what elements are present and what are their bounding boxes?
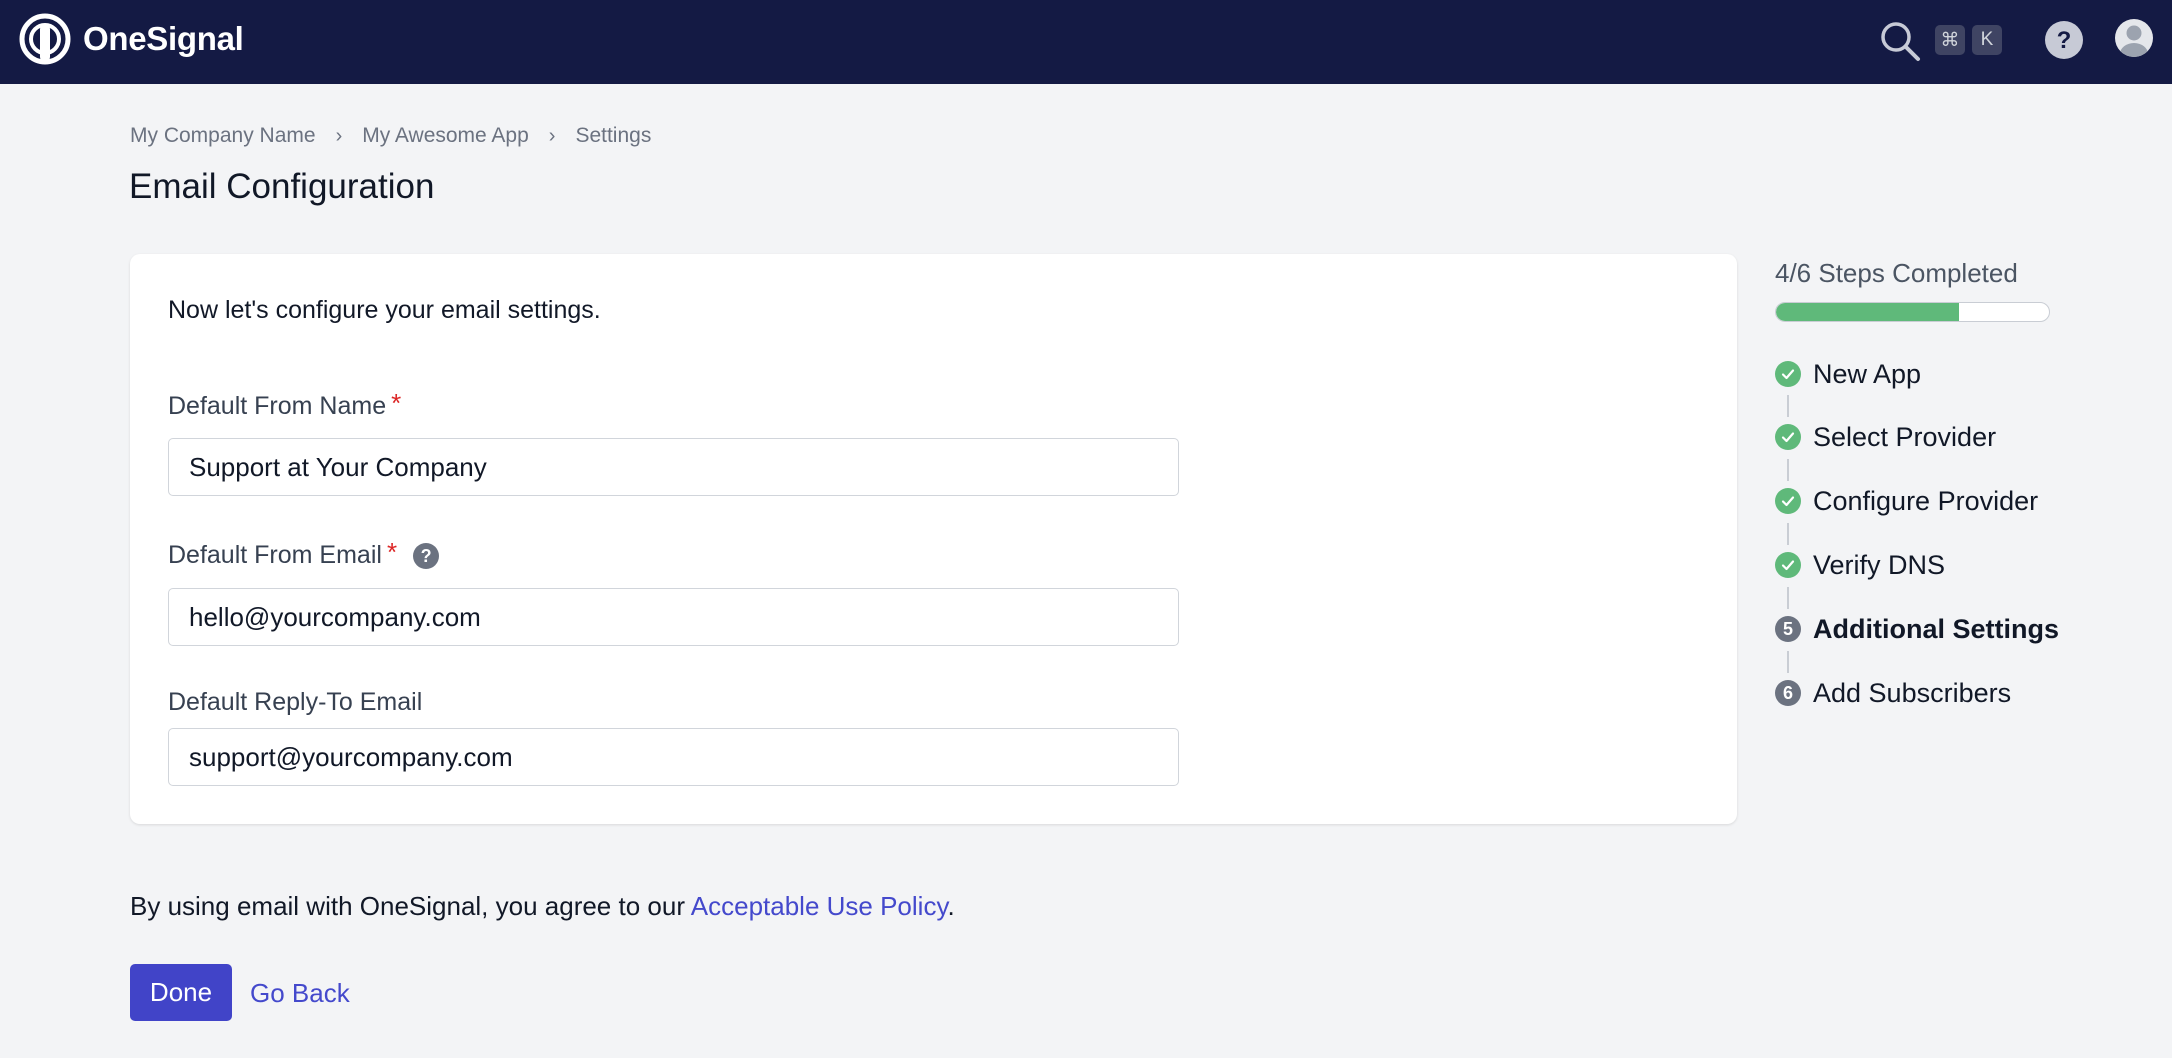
step-connector: [1787, 395, 1789, 417]
step-connector: [1787, 651, 1789, 673]
step-label: New App: [1813, 358, 1922, 389]
form-intro: Now let's configure your email settings.: [168, 296, 601, 324]
brand-name: OneSignal: [83, 20, 244, 57]
step-new-app: New App: [1775, 359, 1921, 389]
from-email-label-text: Default From Email: [168, 541, 382, 569]
breadcrumb: My Company Name › My Awesome App › Setti…: [130, 124, 651, 148]
breadcrumb-settings[interactable]: Settings: [575, 124, 651, 148]
breadcrumb-app[interactable]: My Awesome App: [362, 124, 529, 148]
agreement-text: By using email with OneSignal, you agree…: [130, 891, 955, 922]
acceptable-use-policy-link[interactable]: Acceptable Use Policy: [691, 891, 948, 921]
agreement-prefix: By using email with OneSignal, you agree…: [130, 891, 691, 921]
from-email-label: Default From Email * ?: [168, 537, 440, 570]
required-marker: *: [386, 537, 398, 567]
agreement-suffix: .: [947, 891, 955, 921]
shortcut-cmd-key: ⌘: [1935, 25, 1965, 55]
from-name-label-text: Default From Name: [168, 392, 387, 420]
breadcrumb-separator: ›: [548, 124, 556, 147]
help-icon[interactable]: ?: [2044, 20, 2084, 60]
step-verify-dns: Verify DNS: [1775, 550, 1945, 580]
from-email-input[interactable]: [168, 588, 1179, 646]
from-name-input[interactable]: [168, 438, 1179, 496]
breadcrumb-company[interactable]: My Company Name: [130, 124, 316, 148]
page-title: Email Configuration: [129, 167, 435, 206]
reply-to-label-text: Default Reply-To Email: [168, 688, 423, 716]
step-connector: [1787, 587, 1789, 609]
required-marker: *: [391, 388, 402, 418]
step-connector: [1787, 523, 1789, 545]
step-connector: [1787, 459, 1789, 481]
step-additional-settings: 5 Additional Settings: [1775, 614, 2059, 644]
step-add-subscribers: 6 Add Subscribers: [1775, 678, 2011, 708]
step-number-badge: 6: [1775, 680, 1801, 706]
done-button[interactable]: Done: [130, 964, 232, 1021]
check-icon: [1775, 488, 1801, 514]
step-select-provider: Select Provider: [1775, 422, 1996, 452]
svg-text:?: ?: [2057, 27, 2072, 54]
reply-to-input[interactable]: [168, 728, 1179, 786]
email-settings-card: Now let's configure your email settings.…: [130, 254, 1737, 824]
from-name-label: Default From Name *: [168, 388, 401, 421]
step-label: Add Subscribers: [1813, 677, 2012, 708]
reply-to-label: Default Reply-To Email: [168, 688, 422, 717]
brand-logo[interactable]: OneSignal: [19, 13, 244, 65]
onesignal-logo-icon: [19, 13, 71, 65]
from-email-help-icon[interactable]: ?: [413, 543, 440, 569]
step-label: Additional Settings: [1813, 613, 2059, 644]
step-number-badge: 5: [1775, 616, 1801, 642]
check-icon: [1775, 424, 1801, 450]
check-icon: [1775, 552, 1801, 578]
step-label: Configure Provider: [1813, 485, 2039, 516]
step-label: Select Provider: [1813, 421, 1997, 452]
breadcrumb-separator: ›: [335, 124, 343, 147]
step-label: Verify DNS: [1813, 549, 1946, 580]
search-icon[interactable]: [1878, 19, 1922, 63]
steps-progress-bar: [1775, 302, 2050, 322]
steps-progress-fill: [1776, 303, 1959, 321]
step-configure-provider: Configure Provider: [1775, 486, 2038, 516]
top-navigation-bar: OneSignal ⌘ K ?: [0, 0, 2172, 84]
steps-completed-title: 4/6 Steps Completed: [1775, 258, 2018, 288]
go-back-link[interactable]: Go Back: [250, 978, 350, 1009]
check-icon: [1775, 361, 1801, 387]
user-avatar-icon[interactable]: [2114, 18, 2154, 58]
shortcut-k-key: K: [1972, 25, 2002, 55]
